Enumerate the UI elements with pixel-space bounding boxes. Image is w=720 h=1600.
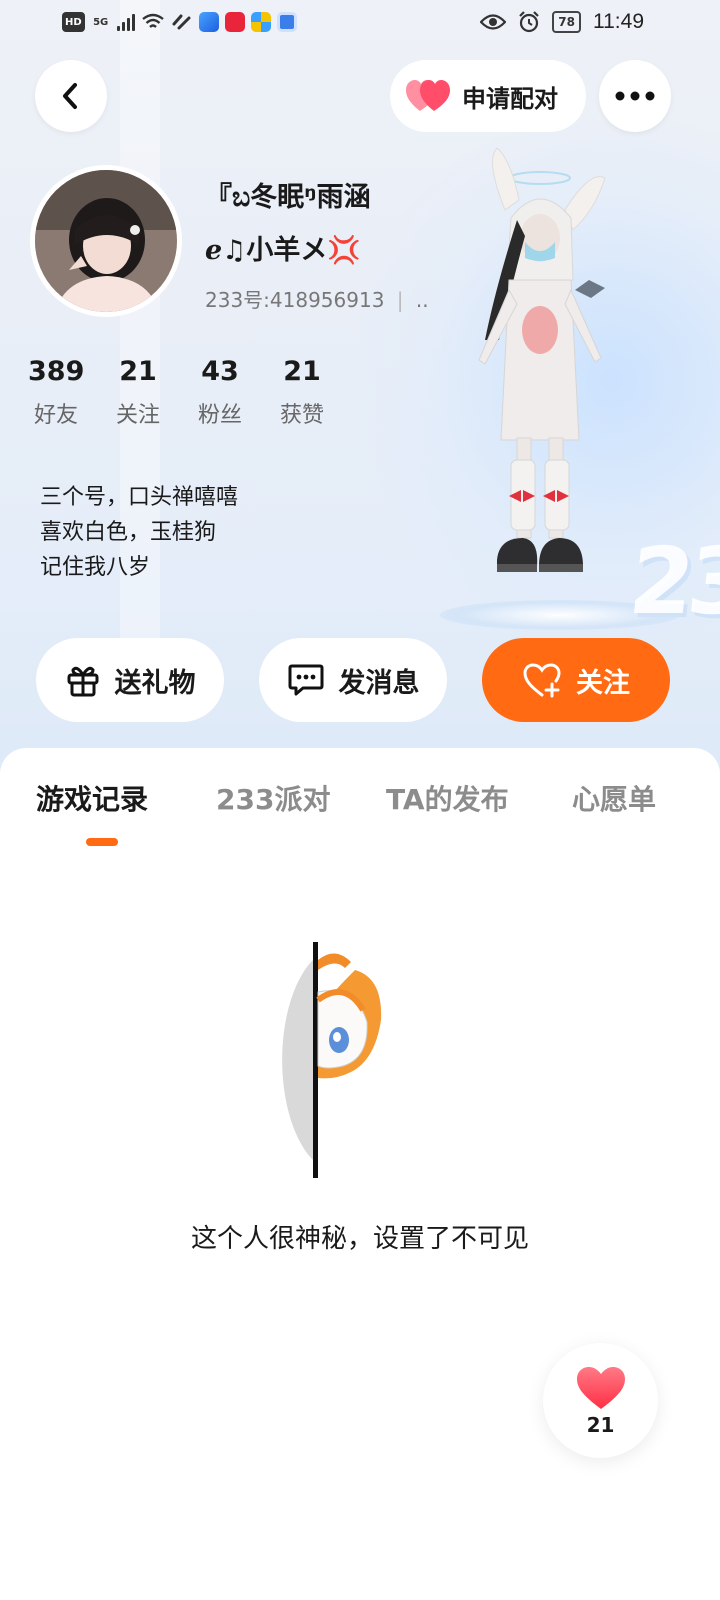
app-notification-icon [198, 12, 219, 32]
tab-game-records[interactable]: 游戏记录 [36, 778, 148, 818]
signal-icon [116, 13, 135, 31]
send-gift-label: 送礼物 [114, 667, 196, 699]
like-button[interactable]: 21 [543, 1343, 658, 1458]
shopping-app-notification-icon [224, 12, 245, 32]
stat-label: 粉丝 [197, 403, 242, 428]
alarm-icon [519, 11, 540, 33]
tab-233-party[interactable]: 233派对 [216, 778, 330, 818]
user-id-text: 233号:418956913 [205, 288, 385, 312]
tab-wishlist[interactable]: 心愿单 [572, 778, 656, 818]
follow-button[interactable]: 关注 [482, 638, 670, 722]
more-options-button[interactable] [599, 60, 671, 132]
send-message-label: 发消息 [338, 667, 420, 699]
gift-icon [67, 666, 98, 697]
bio-line: 喜欢白色，玉桂狗 [40, 520, 217, 545]
avatar-character-figure[interactable] [455, 140, 625, 610]
double-heart-icon [406, 80, 450, 111]
stat-friends[interactable]: 389 好友 [28, 356, 110, 429]
hd-indicator: HD [62, 12, 85, 32]
stat-label: 关注 [115, 403, 160, 428]
send-message-button[interactable]: 发消息 [259, 638, 447, 722]
more-dots-icon [615, 91, 655, 101]
nickname-line-2: ℯ♫小羊メ💢 [205, 235, 362, 266]
stat-label: 获赞 [279, 403, 324, 428]
request-pair-button[interactable]: 申请配对 [390, 60, 586, 132]
eye-icon [480, 14, 507, 30]
peeking-character-illustration [282, 942, 382, 1178]
active-tab-indicator [86, 838, 118, 846]
profile-bio: 三个号，口头禅嘻嘻 喜欢白色，玉桂狗 记住我八岁 [40, 480, 238, 585]
bio-line: 记住我八岁 [40, 555, 151, 580]
stat-following[interactable]: 21 关注 [110, 356, 192, 429]
wifi-icon [141, 13, 164, 28]
empty-state-message: 这个人很神秘，设置了不可见 [190, 1224, 529, 1254]
user-avatar[interactable] [30, 165, 182, 317]
heart-icon [576, 1366, 625, 1409]
user-id-more: .. [415, 288, 429, 312]
stat-value: 389 [28, 356, 85, 387]
clock: 11:49 [593, 10, 644, 33]
stat-fans[interactable]: 43 粉丝 [192, 356, 274, 429]
back-button[interactable] [35, 60, 107, 132]
bio-line: 三个号，口头禅嘻嘻 [40, 485, 239, 510]
avatar-photo [35, 170, 177, 312]
tab-posts[interactable]: TA的发布 [386, 778, 509, 818]
status-bar: HD 5G 78 11:49 [0, 0, 720, 48]
like-count: 21 [586, 1412, 615, 1437]
id-app-notification-icon [276, 12, 297, 32]
user-id[interactable]: 233号:418956913 | .. [205, 284, 429, 313]
battery-indicator: 78 [552, 11, 581, 33]
stat-value: 21 [119, 356, 157, 387]
status-bar-right: 78 11:49 [480, 10, 644, 34]
link-icon [172, 14, 191, 30]
request-pair-label: 申请配对 [462, 84, 558, 113]
follow-label: 关注 [576, 667, 630, 699]
stat-value: 21 [283, 356, 321, 387]
nickname-line-1: 『ಬ冬眠ᵑ雨涵 [205, 182, 371, 213]
network-type: 5G [93, 16, 109, 28]
stat-value: 43 [201, 356, 239, 387]
send-gift-button[interactable]: 送礼物 [36, 638, 224, 722]
stat-label: 好友 [33, 403, 78, 428]
pinwheel-app-notification-icon [250, 12, 271, 32]
status-bar-left: HD 5G [62, 12, 297, 32]
brand-233-decoration: 233 [624, 528, 720, 635]
stat-likes[interactable]: 21 获赞 [274, 356, 356, 429]
profile-stats: 389 好友 21 关注 43 粉丝 21 获赞 [28, 356, 356, 429]
message-bubble-icon [288, 664, 323, 696]
chevron-left-icon [63, 83, 77, 109]
uid-divider: | [396, 288, 404, 312]
heart-plus-icon [523, 663, 561, 698]
